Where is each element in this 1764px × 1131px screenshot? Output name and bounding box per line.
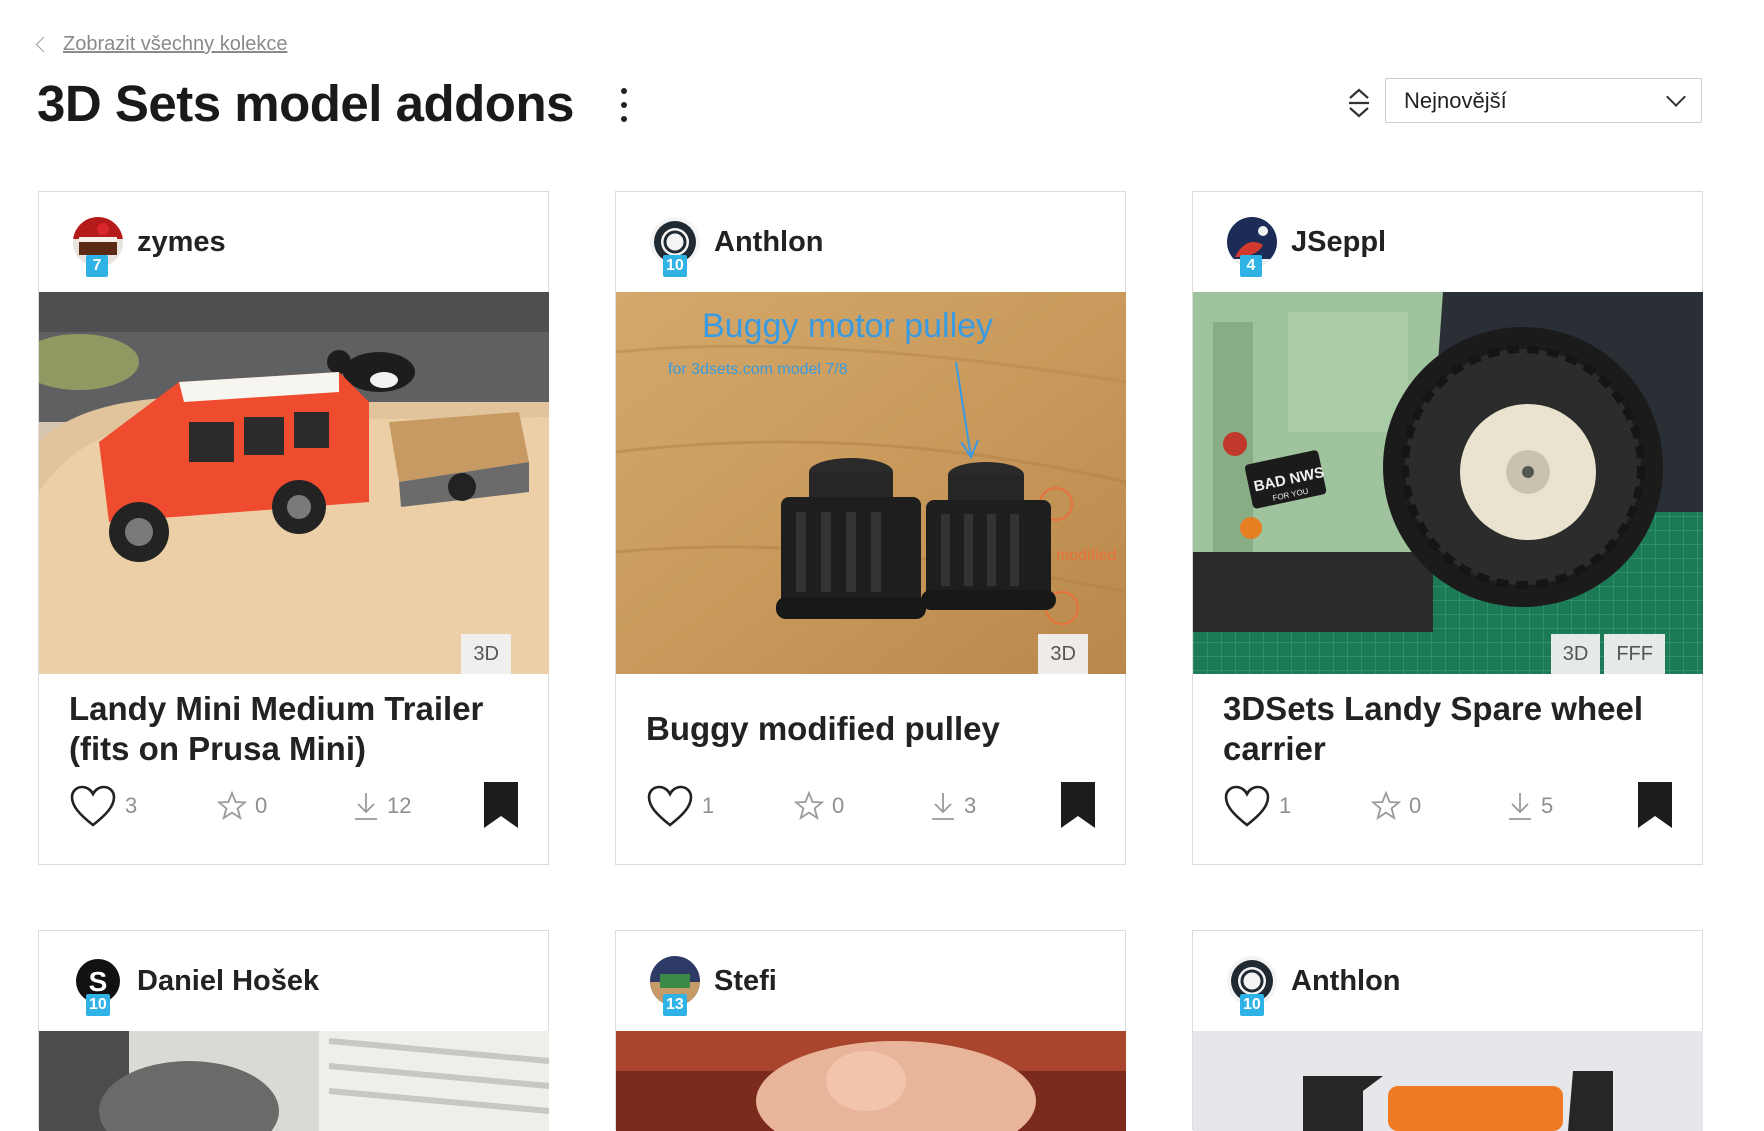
- avatar[interactable]: 13: [650, 956, 700, 1016]
- model-thumbnail[interactable]: Buggy motor pulley for 3dsets.com model …: [616, 292, 1126, 674]
- chevron-down-icon: [1666, 86, 1686, 107]
- svg-text:S: S: [89, 966, 108, 997]
- avatar[interactable]: 7: [73, 217, 123, 277]
- tag-badge: 3D: [1550, 634, 1601, 674]
- download-icon: [932, 793, 954, 820]
- like-button[interactable]: 3: [69, 784, 137, 828]
- tag-badge: 3D: [1038, 634, 1088, 674]
- back-link-row[interactable]: Zobrazit všechny kolekce: [34, 33, 288, 56]
- download-button[interactable]: 12: [353, 791, 411, 821]
- model-card[interactable]: 7 zymes 3D Landy Mini Medium Trailer (fi…: [38, 191, 549, 865]
- author-name[interactable]: zymes: [137, 226, 226, 259]
- avatar[interactable]: 10: [1227, 956, 1277, 1016]
- rating-count: 0: [1409, 793, 1422, 818]
- model-card[interactable]: 4 JSeppl BAD NWS FOR YOU 3D FFF 3DSets L…: [1192, 191, 1703, 865]
- like-count: 3: [125, 793, 138, 818]
- star-icon: [1371, 791, 1401, 821]
- back-to-collections-link[interactable]: Zobrazit všechny kolekce: [63, 33, 288, 56]
- heart-icon: [1224, 785, 1270, 827]
- bookmark-icon[interactable]: [1061, 782, 1095, 828]
- model-thumbnail[interactable]: [39, 1031, 549, 1131]
- like-count: 1: [1279, 793, 1292, 818]
- rating-count: 0: [255, 793, 268, 818]
- sort-icon: [1349, 88, 1369, 118]
- page-title: 3D Sets model addons: [37, 75, 574, 132]
- download-count: 3: [964, 793, 977, 818]
- heart-icon: [70, 785, 116, 827]
- model-title[interactable]: Landy Mini Medium Trailer (fits on Prusa…: [69, 689, 528, 769]
- level-badge: 10: [663, 255, 687, 277]
- rating-count: 0: [832, 793, 845, 818]
- model-title[interactable]: 3DSets Landy Spare wheel carrier: [1223, 689, 1682, 769]
- rating-button[interactable]: 0: [217, 791, 267, 821]
- like-button[interactable]: 1: [646, 784, 714, 828]
- level-badge: 10: [1240, 994, 1264, 1016]
- level-badge: 4: [1240, 255, 1262, 277]
- model-thumbnail[interactable]: BAD NWS FOR YOU 3D FFF: [1193, 292, 1703, 674]
- model-title[interactable]: Buggy modified pulley: [646, 709, 1105, 749]
- bookmark-icon[interactable]: [484, 782, 518, 828]
- author-name[interactable]: Stefi: [714, 965, 777, 998]
- sort-selected-value: Nejnovější: [1404, 87, 1507, 113]
- like-button[interactable]: 1: [1223, 784, 1291, 828]
- avatar[interactable]: 10: [650, 217, 700, 277]
- download-icon: [355, 793, 377, 820]
- star-icon: [217, 791, 247, 821]
- model-thumbnail[interactable]: [1193, 1031, 1703, 1131]
- chevron-left-icon: [35, 36, 52, 53]
- image-note: modified: [1056, 547, 1116, 564]
- sort-select[interactable]: Nejnovější: [1385, 78, 1702, 123]
- model-thumbnail[interactable]: 3D: [39, 292, 549, 674]
- model-card[interactable]: 10 Anthlon Buggy motor pulley for 3dsets…: [615, 191, 1126, 865]
- tag-badge: 3D: [461, 634, 511, 674]
- author-name[interactable]: Daniel Hošek: [137, 965, 319, 998]
- level-badge: 10: [86, 994, 110, 1016]
- model-card[interactable]: 10 Anthlon: [1192, 930, 1703, 1131]
- download-button[interactable]: 3: [930, 791, 976, 821]
- more-options-icon[interactable]: [621, 88, 627, 122]
- download-count: 5: [1541, 793, 1554, 818]
- like-count: 1: [702, 793, 715, 818]
- image-subheading: for 3dsets.com model 7/8: [668, 361, 848, 378]
- author-name[interactable]: Anthlon: [1291, 965, 1401, 998]
- rating-button[interactable]: 0: [1371, 791, 1421, 821]
- author-name[interactable]: JSeppl: [1291, 226, 1386, 259]
- author-name[interactable]: Anthlon: [714, 226, 824, 259]
- download-count: 12: [387, 793, 412, 818]
- avatar[interactable]: S 10: [73, 956, 123, 1016]
- download-button[interactable]: 5: [1507, 791, 1553, 821]
- model-thumbnail[interactable]: [616, 1031, 1126, 1131]
- bookmark-icon[interactable]: [1638, 782, 1672, 828]
- level-badge: 13: [663, 994, 687, 1016]
- rating-button[interactable]: 0: [794, 791, 844, 821]
- heart-icon: [647, 785, 693, 827]
- model-card[interactable]: S 10 Daniel Hošek: [38, 930, 549, 1131]
- avatar[interactable]: 4: [1227, 217, 1277, 277]
- level-badge: 7: [86, 255, 108, 277]
- image-heading: Buggy motor pulley: [702, 307, 993, 345]
- download-icon: [1509, 793, 1531, 820]
- tag-badge: FFF: [1604, 634, 1665, 674]
- star-icon: [794, 791, 824, 821]
- model-card[interactable]: 13 Stefi: [615, 930, 1126, 1131]
